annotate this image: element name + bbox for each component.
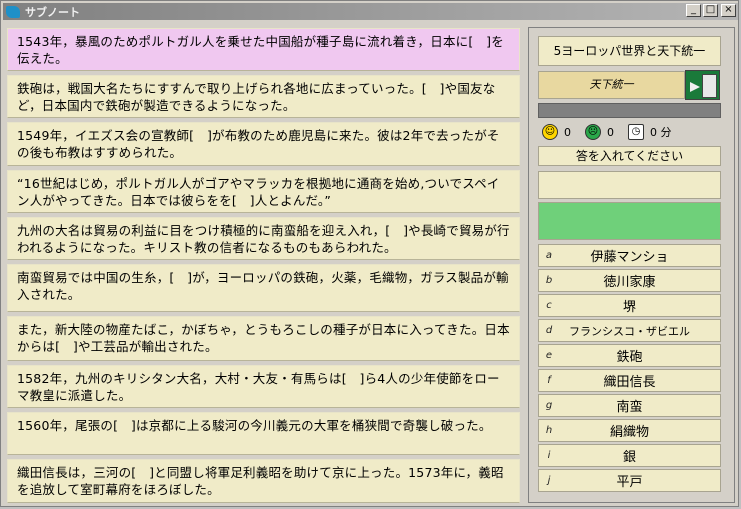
question-text: 南蛮貿易では中国の生糸，[ ]が，ヨーロッパの鉄砲，火薬，毛織物，ガラス製品が輸… — [17, 270, 509, 302]
exit-door-icon[interactable] — [685, 70, 720, 100]
score-stats: ☺ 0 ☹ 0 ◷ 0 分 — [538, 121, 721, 143]
choice-key: b — [545, 275, 553, 286]
choice-label: 南蛮 — [616, 400, 643, 415]
choice-key: j — [547, 475, 551, 486]
question-text: 鉄砲は，戦国大名たちにすすんで取り上げられ各地に広まっていった。[ ]や国友など… — [17, 81, 496, 113]
question-item[interactable]: 1549年，イエズス会の宣教師[ ]が布教のため鹿児島に来た。彼は2年で去ったが… — [7, 122, 520, 166]
choice-e[interactable]: e 鉄砲 — [538, 344, 721, 367]
question-text: “16世紀はじめ，ポルトガル人がゴアやマラッカを根拠地に通商を始め,ついでスペイ… — [17, 176, 500, 208]
choice-key: e — [545, 350, 553, 361]
time-elapsed: 0 分 — [650, 126, 672, 139]
choice-label: 伊藤マンショ — [590, 250, 669, 265]
question-text: 織田信長は，三河の[ ]と同盟し将軍足利義昭を助けて京に上った。1573年に，義… — [17, 465, 504, 497]
question-text: 1543年，暴風のためポルトガル人を乗せた中国船が種子島に流れ着き，日本に[ ]… — [17, 34, 504, 66]
answer-panel: 5ヨーロッパ世界と天下統一 天下統一 ☺ 0 ☹ 0 ◷ 0 分 答を入れてくだ… — [528, 27, 735, 503]
title-bar[interactable]: サブノート _ □ × — [3, 3, 738, 20]
question-text: 1549年，イエズス会の宣教師[ ]が布教のため鹿児島に来た。彼は2年で去ったが… — [17, 128, 500, 160]
question-item[interactable]: 1560年，尾張の[ ]は京都に上る駿河の今川義元の大軍を桶狭間で奇襲し破った。 — [7, 412, 520, 455]
choice-a[interactable]: a 伊藤マンショ — [538, 244, 721, 267]
question-item[interactable]: 1543年，暴風のためポルトガル人を乗せた中国船が種子島に流れ着き，日本に[ ]… — [7, 28, 520, 71]
choice-key: g — [545, 400, 553, 411]
choice-g[interactable]: g 南蛮 — [538, 394, 721, 417]
question-text: 1560年，尾張の[ ]は京都に上る駿河の今川義元の大軍を桶狭間で奇襲し破った。 — [17, 418, 492, 433]
window-controls: _ □ × — [686, 4, 736, 17]
choice-j[interactable]: j 平戸 — [538, 469, 721, 492]
question-text: 九州の大名は貿易の利益に目をつけ積極的に南蛮船を迎え入れ，[ ]や長崎で貿易が行… — [17, 223, 510, 255]
answer-field[interactable] — [538, 171, 721, 199]
choice-h[interactable]: h 絹織物 — [538, 419, 721, 442]
question-item[interactable]: “16世紀はじめ，ポルトガル人がゴアやマラッカを根拠地に通商を始め,ついでスペイ… — [7, 170, 520, 213]
happy-face-icon: ☺ — [542, 124, 558, 140]
maximize-button[interactable]: □ — [703, 4, 718, 17]
choice-key: f — [547, 375, 551, 386]
choice-label: 堺 — [622, 300, 636, 315]
choice-label: 平戸 — [616, 475, 643, 490]
choice-key: d — [545, 325, 553, 336]
choice-d[interactable]: d フランシスコ・ザビエル — [538, 319, 721, 342]
question-text: また，新大陸の物産たばこ，かぼちゃ，とうもろこしの種子が日本に入ってきた。日本か… — [17, 322, 510, 354]
choice-label: 徳川家康 — [603, 275, 656, 290]
choice-key: c — [546, 300, 552, 311]
lesson-title: 5ヨーロッパ世界と天下統一 — [538, 36, 721, 66]
window-title: サブノート — [25, 5, 80, 19]
feedback-box — [538, 202, 721, 240]
clock-icon: ◷ — [628, 124, 644, 140]
choice-label: 鉄砲 — [616, 350, 643, 365]
app-window: サブノート _ □ × 1543年，暴風のためポルトガル人を乗せた中国船が種子島… — [0, 0, 739, 507]
choice-label: 織田信長 — [603, 375, 656, 390]
question-item[interactable]: 鉄砲は，戦国大名たちにすすんで取り上げられ各地に広まっていった。[ ]や国友など… — [7, 75, 520, 118]
choice-i[interactable]: i銀 — [538, 444, 721, 467]
question-item[interactable]: 南蛮貿易では中国の生糸，[ ]が，ヨーロッパの鉄砲，火薬，毛織物，ガラス製品が輸… — [7, 264, 520, 312]
choice-label: フランシスコ・ザビエル — [569, 324, 690, 338]
choice-label: 銀 — [622, 450, 636, 465]
choice-f[interactable]: f 織田信長 — [538, 369, 721, 392]
wrong-count: 0 — [607, 125, 614, 139]
question-item[interactable]: 1582年，九州のキリシタン大名，大村・大友・有馬らは[ ]ら4人の少年使節をロ… — [7, 365, 520, 408]
choice-b[interactable]: b 徳川家康 — [538, 269, 721, 292]
app-icon — [6, 5, 20, 18]
question-item[interactable]: 九州の大名は貿易の利益に目をつけ積極的に南蛮船を迎え入れ，[ ]や長崎で貿易が行… — [7, 217, 520, 260]
progress-bar — [538, 103, 721, 118]
choice-key: a — [545, 250, 553, 261]
choice-key: i — [547, 450, 551, 461]
choice-label: 絹織物 — [609, 425, 649, 440]
question-item[interactable]: 織田信長は，三河の[ ]と同盟し将軍足利義昭を助けて京に上った。1573年に，義… — [7, 459, 520, 503]
correct-count: 0 — [564, 125, 571, 139]
minimize-button[interactable]: _ — [686, 4, 701, 17]
choice-c[interactable]: c堺 — [538, 294, 721, 317]
mode-label: 天下統一 — [538, 71, 685, 99]
question-item[interactable]: また，新大陸の物産たばこ，かぼちゃ，とうもろこしの種子が日本に入ってきた。日本か… — [7, 316, 520, 361]
sad-face-icon: ☹ — [585, 124, 601, 140]
prompt-text: 答を入れてください — [538, 146, 721, 166]
choice-key: h — [545, 425, 553, 436]
close-button[interactable]: × — [721, 4, 736, 17]
question-text: 1582年，九州のキリシタン大名，大村・大友・有馬らは[ ]ら4人の少年使節をロ… — [17, 371, 500, 403]
